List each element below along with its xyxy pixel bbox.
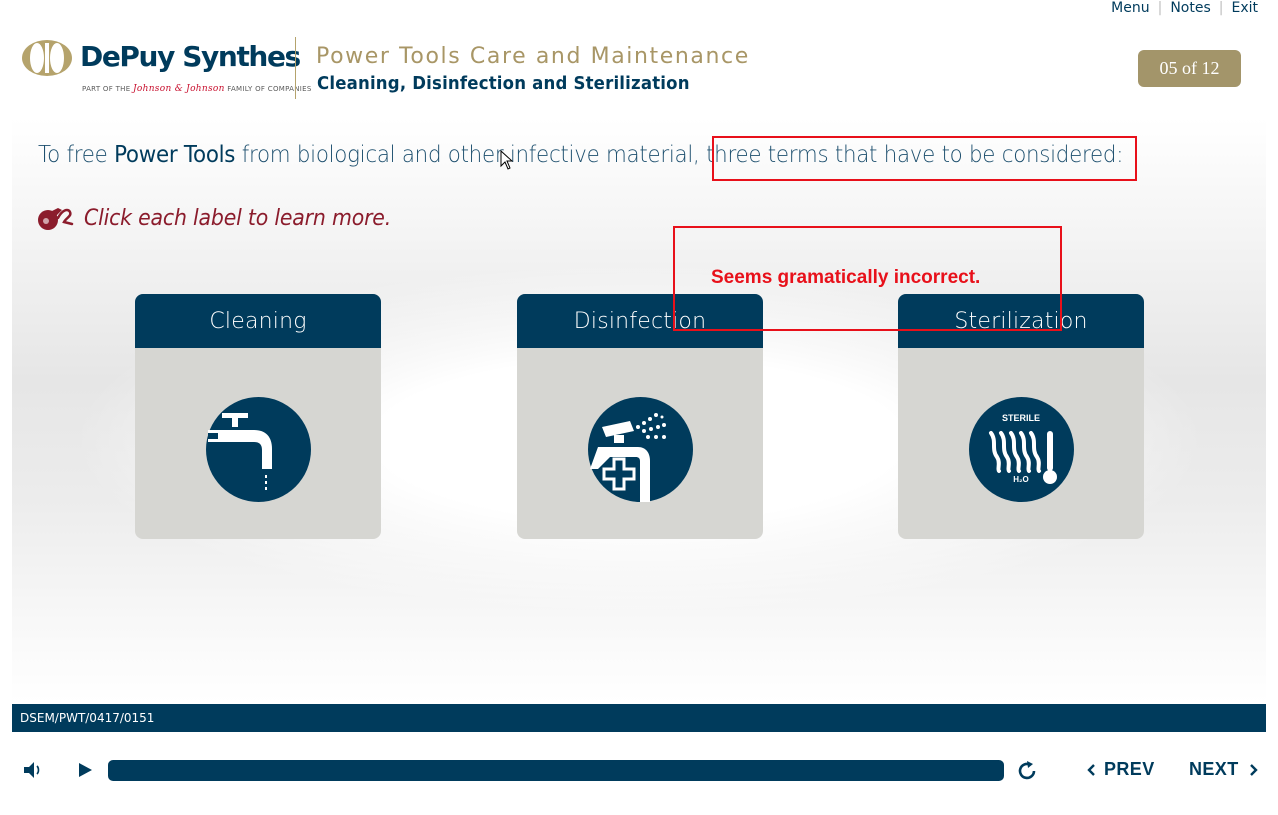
prev-label: PREV xyxy=(1104,759,1155,779)
page-indicator-badge: 05 of 12 xyxy=(1138,50,1241,87)
progress-bar[interactable] xyxy=(108,760,1004,781)
intro-text: To free Power Tools from biological and … xyxy=(38,142,1123,168)
intro-suffix: from biological and other infective mate… xyxy=(235,142,1124,168)
mouse-cursor-icon xyxy=(500,150,514,170)
logo-tagline-suffix: FAMILY OF COMPANIES xyxy=(227,85,312,93)
exit-link[interactable]: Exit xyxy=(1231,0,1258,16)
chevron-left-icon xyxy=(1087,763,1095,776)
course-subtitle: Cleaning, Disinfection and Sterilization xyxy=(317,73,690,94)
logo-tagline-jj: Johnson & Johnson xyxy=(132,84,225,94)
volume-icon[interactable] xyxy=(22,760,44,780)
replay-icon[interactable] xyxy=(1016,760,1038,782)
player-controls: PREV NEXT xyxy=(0,745,1278,795)
instruction: Click each label to learn more. xyxy=(36,204,414,232)
logo-tagline: PART OF THE Johnson & Johnson FAMILY OF … xyxy=(82,84,312,94)
course-code: DSEM/PWT/0417/0151 xyxy=(20,711,155,725)
cleaning-card[interactable]: Cleaning xyxy=(135,294,381,539)
logo-mark-icon xyxy=(22,40,72,76)
card-label[interactable]: Cleaning xyxy=(135,294,381,348)
instruction-text: Click each label to learn more. xyxy=(84,205,392,231)
logo-tagline-prefix: PART OF THE xyxy=(82,85,131,93)
card-label[interactable]: Disinfection xyxy=(517,294,763,348)
header-divider xyxy=(295,37,296,99)
pointing-hand-icon xyxy=(38,208,74,230)
link-separator: | xyxy=(1157,0,1163,16)
top-links: Menu | Notes | Exit xyxy=(1111,0,1258,16)
faucet-icon xyxy=(206,397,311,502)
course-code-bar: DSEM/PWT/0417/0151 xyxy=(12,704,1266,732)
depuy-synthes-logo: DePuy Synthes PART OF THE Johnson & John… xyxy=(18,36,311,100)
annotation-comment: Seems gramatically incorrect. xyxy=(711,267,981,288)
link-separator: | xyxy=(1218,0,1224,16)
icon-h2o-text: H₂O xyxy=(1013,475,1029,484)
intro-prefix: To free xyxy=(38,142,115,168)
icon-sterile-text: STERILE xyxy=(1002,413,1040,423)
course-title: Power Tools Care and Maintenance xyxy=(316,44,750,69)
menu-link[interactable]: Menu xyxy=(1111,0,1149,16)
logo-wordmark: DePuy Synthes xyxy=(80,40,301,73)
card-label[interactable]: Sterilization xyxy=(898,294,1144,348)
sterilization-card[interactable]: Sterilization STERILE H₂O xyxy=(898,294,1144,539)
sterile-steam-icon: STERILE H₂O xyxy=(969,397,1074,502)
prev-button[interactable]: PREV xyxy=(1086,759,1155,780)
next-button[interactable]: NEXT xyxy=(1189,759,1259,780)
next-label: NEXT xyxy=(1189,759,1239,779)
disinfection-card[interactable]: Disinfection xyxy=(517,294,763,539)
disinfection-spray-icon xyxy=(588,397,693,502)
play-icon[interactable] xyxy=(76,760,94,780)
chevron-right-icon xyxy=(1249,763,1258,776)
intro-bold: Power Tools xyxy=(114,142,236,168)
notes-link[interactable]: Notes xyxy=(1170,0,1210,16)
